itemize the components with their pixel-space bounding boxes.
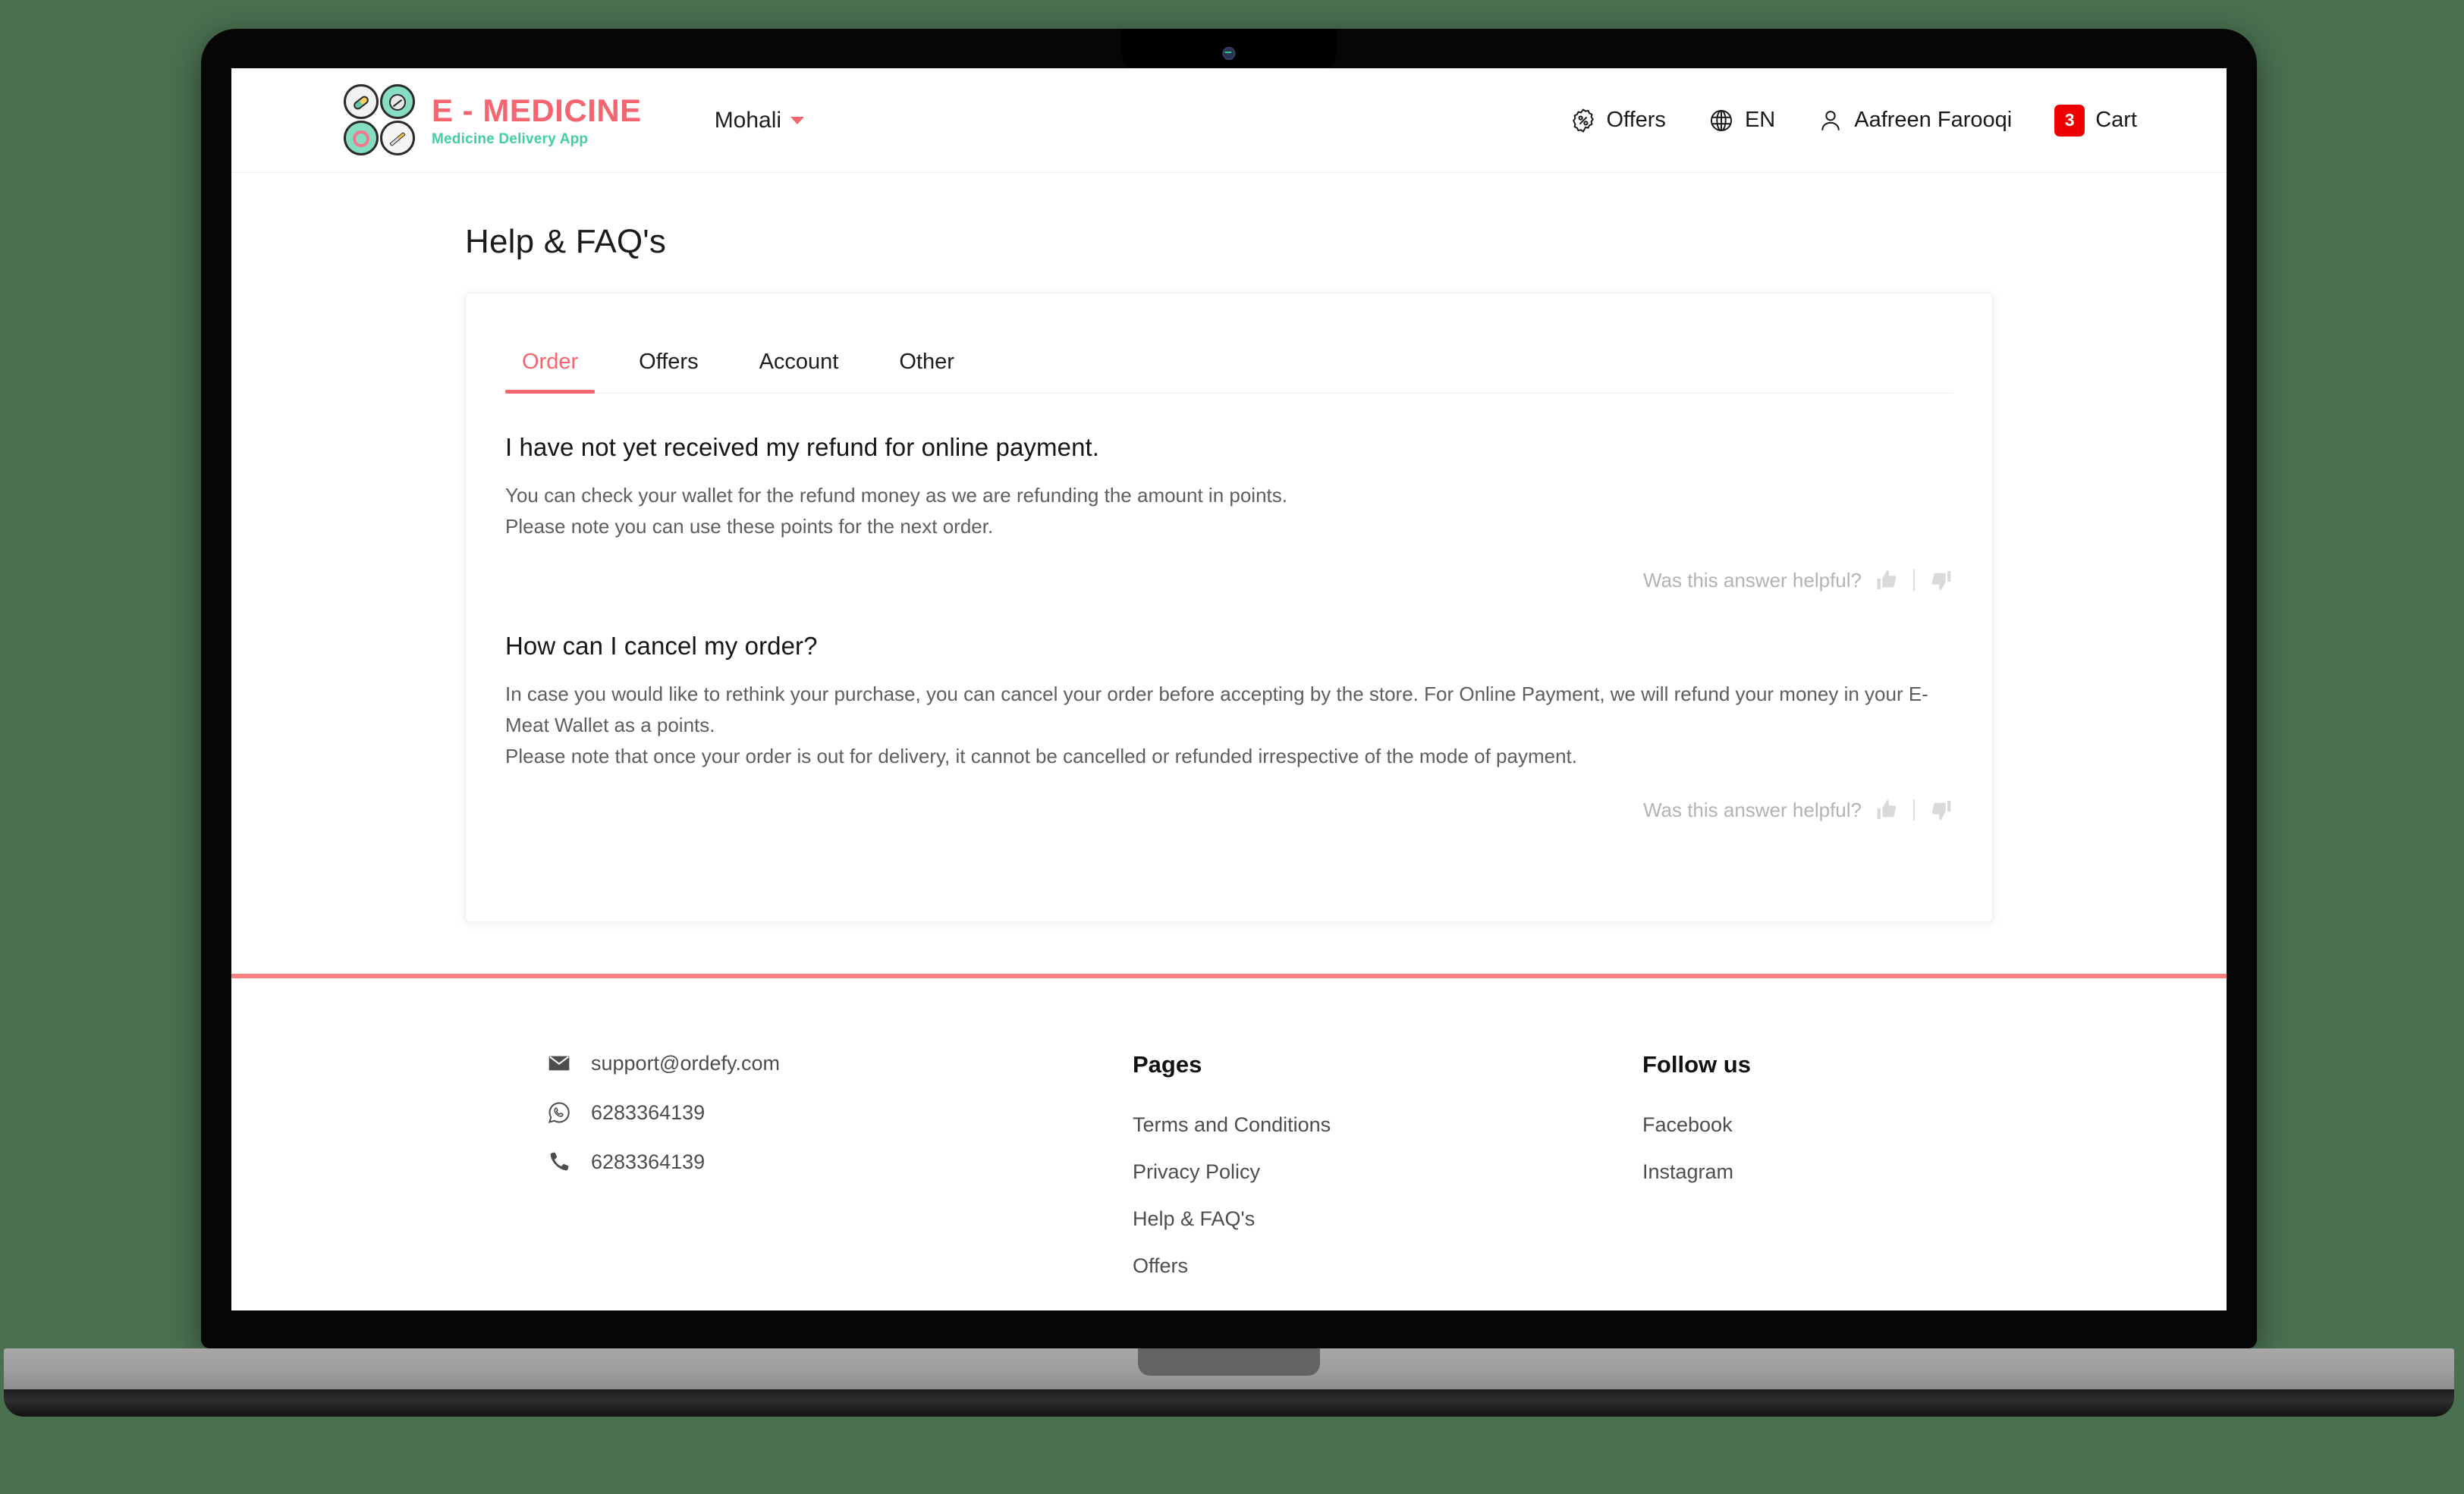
brand-logo[interactable]: E - MEDICINE Medicine Delivery App xyxy=(344,83,642,157)
city-label: Mohali xyxy=(714,107,782,133)
site-footer: support@ordefy.com 6283364139 6283364139… xyxy=(231,978,2227,1301)
cart-count-badge: 3 xyxy=(2054,104,2085,137)
faq-item: I have not yet received my refund for on… xyxy=(505,394,1953,592)
laptop-notch xyxy=(1122,29,1336,68)
thumbs-up-button[interactable] xyxy=(1875,568,1900,592)
thumbs-down-icon xyxy=(1931,571,1951,591)
contact-phone[interactable]: 6283364139 xyxy=(547,1150,1133,1174)
main-content: Help & FAQ's Order Offers Account Other … xyxy=(231,223,2227,922)
faq-helpful-label: Was this answer helpful? xyxy=(1642,568,1862,592)
thumbs-up-button[interactable] xyxy=(1875,798,1900,822)
nav-item-offers[interactable]: Offers xyxy=(1570,108,1666,133)
tab-other[interactable]: Other xyxy=(882,336,971,393)
laptop-lid: E - MEDICINE Medicine Delivery App Mohal… xyxy=(201,29,2257,1348)
faq-helpful-row: Was this answer helpful? xyxy=(505,798,1953,822)
footer-contact-column: support@ordefy.com 6283364139 6283364139 xyxy=(465,1051,1133,1301)
laptop-base xyxy=(4,1348,2454,1389)
faq-card: Order Offers Account Other I have not ye… xyxy=(465,293,1993,922)
discount-percent-icon xyxy=(1572,108,1594,133)
site-header: E - MEDICINE Medicine Delivery App Mohal… xyxy=(231,68,2227,173)
faq-answer: You can check your wallet for the refund… xyxy=(505,480,1953,542)
faq-answer-line: Please note that once your order is out … xyxy=(505,745,1577,768)
nav-item-language-label: EN xyxy=(1744,108,1776,132)
footer-link-help-faq[interactable]: Help & FAQ's xyxy=(1133,1207,1642,1231)
laptop-foot xyxy=(4,1389,2454,1417)
nav-item-offers-label: Offers xyxy=(1606,108,1666,132)
laptop-device-frame: E - MEDICINE Medicine Delivery App Mohal… xyxy=(4,29,2454,1417)
faq-helpful-label: Was this answer helpful? xyxy=(1642,798,1862,821)
thumbs-up-icon xyxy=(1877,800,1897,820)
footer-pages-column: Pages Terms and Conditions Privacy Polic… xyxy=(1133,1051,1642,1301)
logo-petal-bottom-left xyxy=(344,120,379,155)
tablet-icon xyxy=(389,93,406,111)
chevron-down-icon xyxy=(790,116,805,124)
footer-link-instagram[interactable]: Instagram xyxy=(1642,1160,1751,1184)
contact-whatsapp[interactable]: 6283364139 xyxy=(547,1100,1133,1125)
faq-item: How can I cancel my order? In case you w… xyxy=(505,592,1953,822)
tab-offers[interactable]: Offers xyxy=(622,336,715,393)
thumbs-down-icon xyxy=(1931,801,1951,821)
user-icon xyxy=(1821,110,1840,130)
tab-account[interactable]: Account xyxy=(743,336,856,393)
phone-icon xyxy=(550,1152,569,1171)
globe-icon xyxy=(1710,109,1732,131)
logo-petal-bottom-right xyxy=(380,120,415,155)
contact-email-value: support@ordefy.com xyxy=(591,1051,781,1075)
faq-answer: In case you would like to rethink your p… xyxy=(505,679,1953,772)
logo-petal-top-right xyxy=(380,83,415,119)
footer-link-offers[interactable]: Offers xyxy=(1133,1254,1642,1278)
brand-text: E - MEDICINE Medicine Delivery App xyxy=(432,92,642,147)
footer-pages-heading: Pages xyxy=(1133,1051,1202,1078)
pill-ring-icon xyxy=(353,130,369,147)
brand-tagline: Medicine Delivery App xyxy=(432,130,589,147)
faq-question: I have not yet received my refund for on… xyxy=(505,433,1100,461)
nav-item-language[interactable]: EN xyxy=(1708,108,1775,133)
logo-petal-top-left xyxy=(344,83,379,119)
city-selector[interactable]: Mohali xyxy=(714,107,805,133)
browser-viewport: E - MEDICINE Medicine Delivery App Mohal… xyxy=(231,68,2227,1310)
footer-social-heading: Follow us xyxy=(1642,1051,1751,1078)
laptop-base-notch xyxy=(1138,1348,1320,1376)
footer-link-facebook[interactable]: Facebook xyxy=(1642,1113,1751,1137)
whatsapp-icon xyxy=(548,1102,570,1123)
contact-phone-value: 6283364139 xyxy=(591,1150,706,1173)
contact-email[interactable]: support@ordefy.com xyxy=(547,1051,1133,1075)
nav-item-cart[interactable]: 3 Cart xyxy=(2054,104,2137,137)
webcam-icon xyxy=(1222,47,1236,60)
faq-answer-line: You can check your wallet for the refund… xyxy=(505,484,1287,507)
faq-answer-line: Please note you can use these points for… xyxy=(505,515,994,538)
nav-item-account[interactable]: Aafreen Farooqi xyxy=(1818,108,2012,133)
page-title: Help & FAQ's xyxy=(465,223,667,260)
helpful-divider xyxy=(1913,570,1915,592)
footer-social-column: Follow us Facebook Instagram xyxy=(1642,1051,1751,1301)
thumbs-down-button[interactable] xyxy=(1928,798,1953,822)
syringe-icon xyxy=(389,131,406,146)
thumbs-down-button[interactable] xyxy=(1928,568,1953,592)
capsule-icon xyxy=(351,93,371,111)
helpful-divider xyxy=(1913,799,1915,821)
nav-item-account-label: Aafreen Farooqi xyxy=(1854,108,2013,132)
faq-helpful-row: Was this answer helpful? xyxy=(505,568,1953,592)
tab-order[interactable]: Order xyxy=(505,336,596,394)
faq-tabs: Order Offers Account Other xyxy=(505,336,1953,394)
brand-name: E - MEDICINE xyxy=(432,92,642,128)
header-nav: Offers EN Aafreen Farooqi 3 Cart xyxy=(1570,104,2137,137)
nav-item-cart-label: Cart xyxy=(2095,108,2137,132)
footer-link-terms[interactable]: Terms and Conditions xyxy=(1133,1113,1642,1137)
thumbs-up-icon xyxy=(1877,570,1897,590)
faq-question: How can I cancel my order? xyxy=(505,632,818,661)
faq-answer-line: In case you would like to rethink your p… xyxy=(505,683,1928,737)
footer-link-privacy[interactable]: Privacy Policy xyxy=(1133,1160,1642,1184)
medicine-petals-logo-icon xyxy=(344,83,416,157)
contact-whatsapp-value: 6283364139 xyxy=(591,1100,706,1124)
email-icon xyxy=(548,1056,570,1071)
